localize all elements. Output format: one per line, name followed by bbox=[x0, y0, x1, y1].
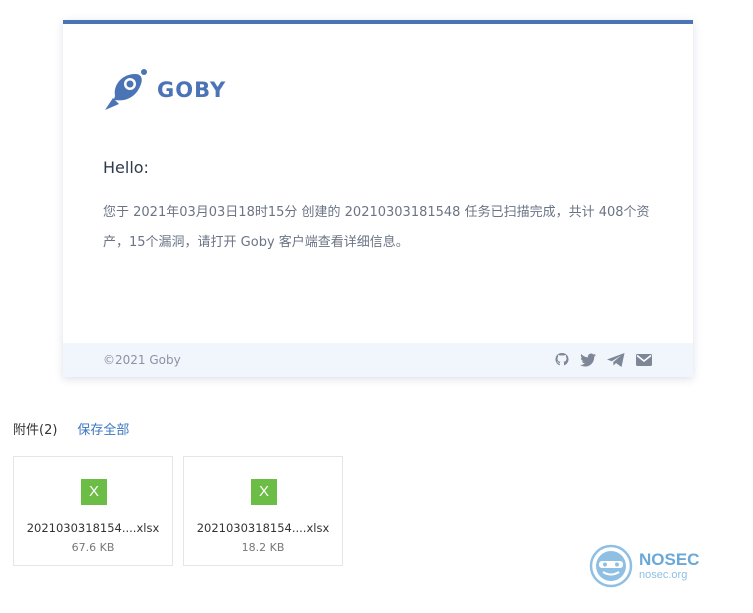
greeting: Hello: bbox=[103, 158, 149, 177]
attachment-size: 18.2 KB bbox=[241, 541, 285, 554]
github-icon[interactable] bbox=[554, 352, 570, 368]
attachment-filename: 2021030318154....xlsx bbox=[26, 521, 160, 535]
social-links bbox=[554, 352, 653, 368]
mail-icon[interactable] bbox=[635, 353, 653, 367]
nosec-logo-icon bbox=[589, 544, 633, 588]
attachments-header: 附件(2) 保存全部 bbox=[13, 419, 129, 438]
scan-complete-message: 您于 2021年03月03日18时15分 创建的 20210303181548 … bbox=[103, 205, 650, 250]
nosec-watermark: NOSEC nosec.org bbox=[589, 544, 699, 588]
attachment-card[interactable]: X 2021030318154....xlsx 18.2 KB bbox=[183, 456, 343, 566]
twitter-icon[interactable] bbox=[579, 352, 597, 368]
telegram-icon[interactable] bbox=[606, 352, 626, 368]
attachment-filename: 2021030318154....xlsx bbox=[196, 521, 330, 535]
email-card: GOBY Hello: 您于 2021年03月03日18时15分 创建的 202… bbox=[63, 20, 693, 377]
save-all-link[interactable]: 保存全部 bbox=[77, 419, 129, 438]
goby-fish-icon bbox=[105, 69, 147, 110]
goby-logo: GOBY bbox=[103, 68, 226, 112]
brand-name: GOBY bbox=[157, 78, 227, 102]
attachment-card[interactable]: X 2021030318154....xlsx 67.6 KB bbox=[13, 456, 173, 566]
attachments-title: 附件(2) bbox=[13, 423, 58, 438]
watermark-name: NOSEC bbox=[639, 550, 700, 569]
copyright: ©2021 Goby bbox=[103, 353, 181, 367]
email-footer: ©2021 Goby bbox=[63, 343, 693, 377]
attachment-size: 67.6 KB bbox=[71, 541, 115, 554]
excel-file-icon: X bbox=[81, 479, 107, 505]
watermark-domain: nosec.org bbox=[639, 569, 688, 581]
excel-file-icon: X bbox=[251, 479, 277, 505]
